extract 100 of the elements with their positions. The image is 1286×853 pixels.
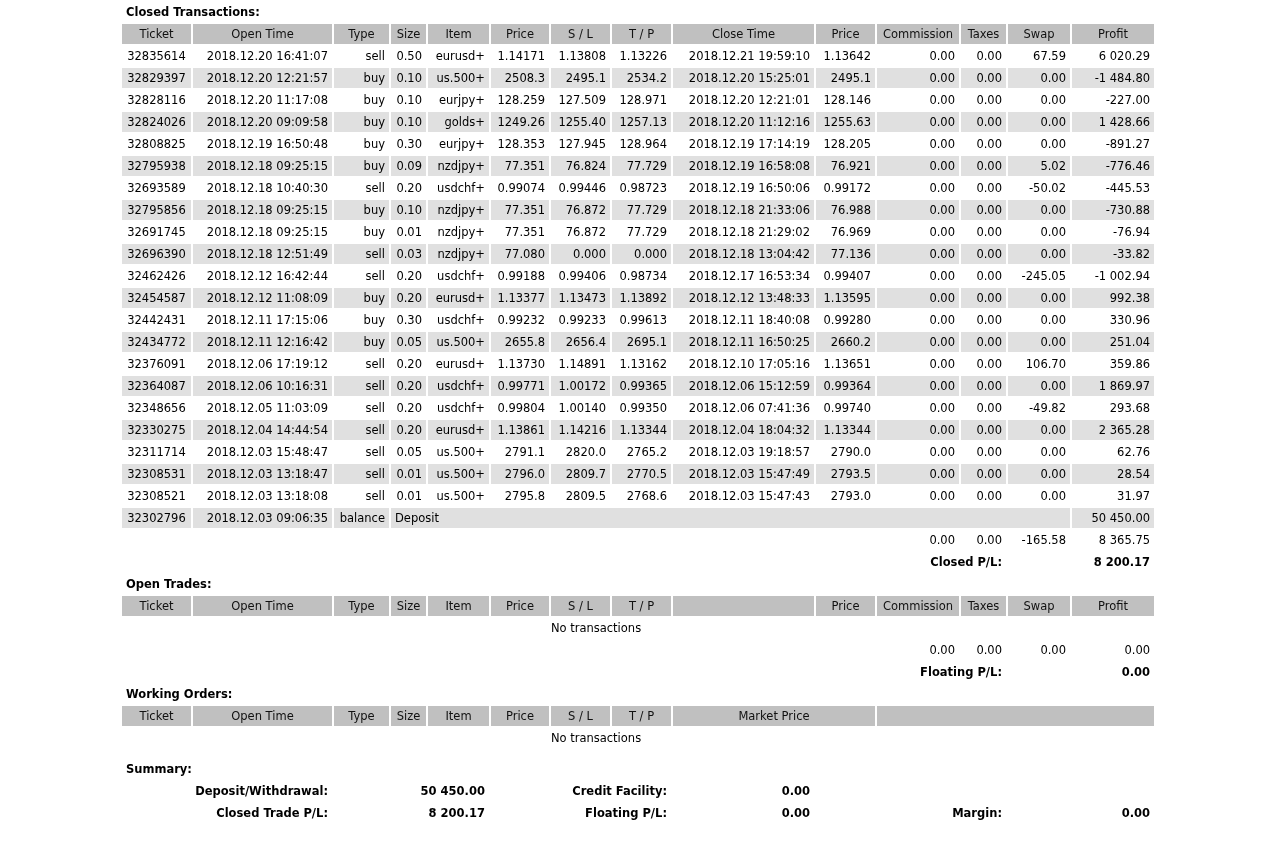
- table-cell-text: 76.872: [564, 224, 607, 241]
- total-cell-text: 0.00: [1123, 642, 1152, 659]
- table-cell: 0.00: [877, 244, 959, 264]
- table-cell: 2018.12.11 16:50:25: [673, 332, 814, 352]
- column-header: Ticket: [122, 24, 191, 44]
- table-cell-text: 32835614: [126, 48, 187, 65]
- column-header: T / P: [612, 596, 671, 616]
- table-cell-text: us.500+: [435, 444, 486, 461]
- table-cell: 0.00: [877, 200, 959, 220]
- table-cell-text: -49.82: [1027, 400, 1067, 417]
- table-cell: 0.00: [1008, 112, 1070, 132]
- table-cell-text: 2018.12.19 16:50:48: [205, 136, 329, 153]
- table-cell: 2809.7: [551, 464, 610, 484]
- table-cell-text: 2018.12.11 17:15:06: [205, 312, 329, 329]
- table-cell-text: 32308521: [126, 488, 187, 505]
- table-cell-text: 32311714: [126, 444, 187, 461]
- table-cell: 0.99364: [816, 376, 875, 396]
- summary-value: 0.00: [781, 784, 810, 798]
- table-cell: 0.00: [877, 464, 959, 484]
- total-cell-text: 0.00: [1039, 642, 1067, 659]
- table-cell-text: 0.00: [1039, 444, 1067, 461]
- column-header: T / P: [612, 24, 671, 44]
- table-cell: 2018.12.18 09:25:15: [193, 200, 332, 220]
- table-cell-text: 32442431: [126, 312, 187, 329]
- table-cell-text: 0.20: [395, 356, 423, 373]
- table-cell: 2508.3: [491, 68, 549, 88]
- table-cell-text: 0.00: [928, 488, 956, 505]
- table-cell-text: 0.00: [928, 268, 956, 285]
- table-cell: 0.00: [1008, 464, 1070, 484]
- table-cell-text: nzdjpy+: [436, 224, 486, 241]
- total-label: Floating P/L:: [920, 665, 1002, 679]
- table-cell-text: 0.00: [928, 136, 956, 153]
- column-header: Ticket: [122, 706, 191, 726]
- table-cell-text: 2018.12.06 17:19:12: [205, 356, 329, 373]
- table-cell-text: 76.969: [829, 224, 872, 241]
- table-cell: sell: [334, 244, 389, 264]
- table-cell-text: us.500+: [435, 488, 486, 505]
- table-cell-text: 2018.12.17 16:53:34: [687, 268, 811, 285]
- table-cell-text: -76.94: [1111, 224, 1152, 241]
- table-cell: 0.00: [961, 288, 1006, 308]
- table-cell: 0.20: [391, 420, 426, 440]
- table-cell: 0.00: [1008, 288, 1070, 308]
- table-cell-text: 2018.12.19 17:14:19: [687, 136, 811, 153]
- table-cell-text: -245.05: [1020, 268, 1067, 285]
- table-cell-text: sell: [364, 444, 386, 461]
- table-cell-text: 77.729: [625, 224, 668, 241]
- column-header: Item: [428, 706, 489, 726]
- table-cell: 0.00: [961, 68, 1006, 88]
- total-cell-text: 0.00: [928, 642, 956, 659]
- table-cell-text: 0.00: [975, 92, 1003, 109]
- table-cell-text: 2018.12.18 21:29:02: [687, 224, 811, 241]
- summary-label: Closed Trade P/L:: [216, 806, 328, 820]
- table-cell: 0.00: [961, 200, 1006, 220]
- table-cell: 0.10: [391, 200, 426, 220]
- table-cell-text: 2018.12.06 07:41:36: [687, 400, 811, 417]
- table-cell-text: buy: [362, 136, 386, 153]
- summary-label: Deposit/Withdrawal:: [195, 784, 328, 798]
- table-cell-text: 2820.0: [564, 444, 607, 461]
- table-cell: 1255.63: [816, 112, 875, 132]
- table-cell: 2770.5: [612, 464, 671, 484]
- table-cell-text: 128.146: [822, 92, 872, 109]
- table-cell: 2 365.28: [1072, 420, 1155, 440]
- table-cell: buy: [334, 68, 389, 88]
- table-cell: 0.09: [391, 156, 426, 176]
- column-header: Profit: [1072, 24, 1155, 44]
- table-cell: 0.00: [1008, 376, 1070, 396]
- table-cell: us.500+: [428, 464, 489, 484]
- table-cell: golds+: [428, 112, 489, 132]
- table-cell: 2018.12.06 10:16:31: [193, 376, 332, 396]
- table-cell: 0.99365: [612, 376, 671, 396]
- table-cell: 0.00: [961, 420, 1006, 440]
- column-header: Ticket: [122, 596, 191, 616]
- table-cell: 76.824: [551, 156, 610, 176]
- table-cell: 2018.12.03 09:06:35: [193, 508, 332, 528]
- table-cell-text: 2790.0: [829, 444, 872, 461]
- table-cell: 0.000: [551, 244, 610, 264]
- column-header: Type: [334, 706, 389, 726]
- table-cell: 77.080: [491, 244, 549, 264]
- table-cell: 32454587: [122, 288, 191, 308]
- table-cell-text: 32462426: [126, 268, 187, 285]
- table-cell: 1255.40: [551, 112, 610, 132]
- table-cell-text: 2018.12.21 19:59:10: [687, 48, 811, 65]
- table-cell-text: 67.59: [1032, 48, 1067, 65]
- table-cell-text: sell: [364, 48, 386, 65]
- section-title: Working Orders:: [126, 687, 233, 701]
- table-cell: 2018.12.19 16:58:08: [673, 156, 814, 176]
- table-cell: balance: [334, 508, 389, 528]
- table-cell-text: eurjpy+: [437, 92, 486, 109]
- table-cell: 2018.12.03 13:18:47: [193, 464, 332, 484]
- table-cell-text: 293.68: [1108, 400, 1152, 417]
- total-cell-text: 0.00: [975, 642, 1003, 659]
- table-cell-text: 32828116: [126, 92, 187, 109]
- table-cell-text: 0.99280: [822, 312, 872, 329]
- table-cell-text: 127.945: [557, 136, 607, 153]
- table-cell: 2534.2: [612, 68, 671, 88]
- table-cell-text: 0.00: [975, 224, 1003, 241]
- total-label: Closed P/L:: [930, 555, 1002, 569]
- table-cell-text: 0.30: [395, 312, 423, 329]
- table-cell: 2018.12.20 12:21:57: [193, 68, 332, 88]
- table-cell-text: -50.02: [1027, 180, 1067, 197]
